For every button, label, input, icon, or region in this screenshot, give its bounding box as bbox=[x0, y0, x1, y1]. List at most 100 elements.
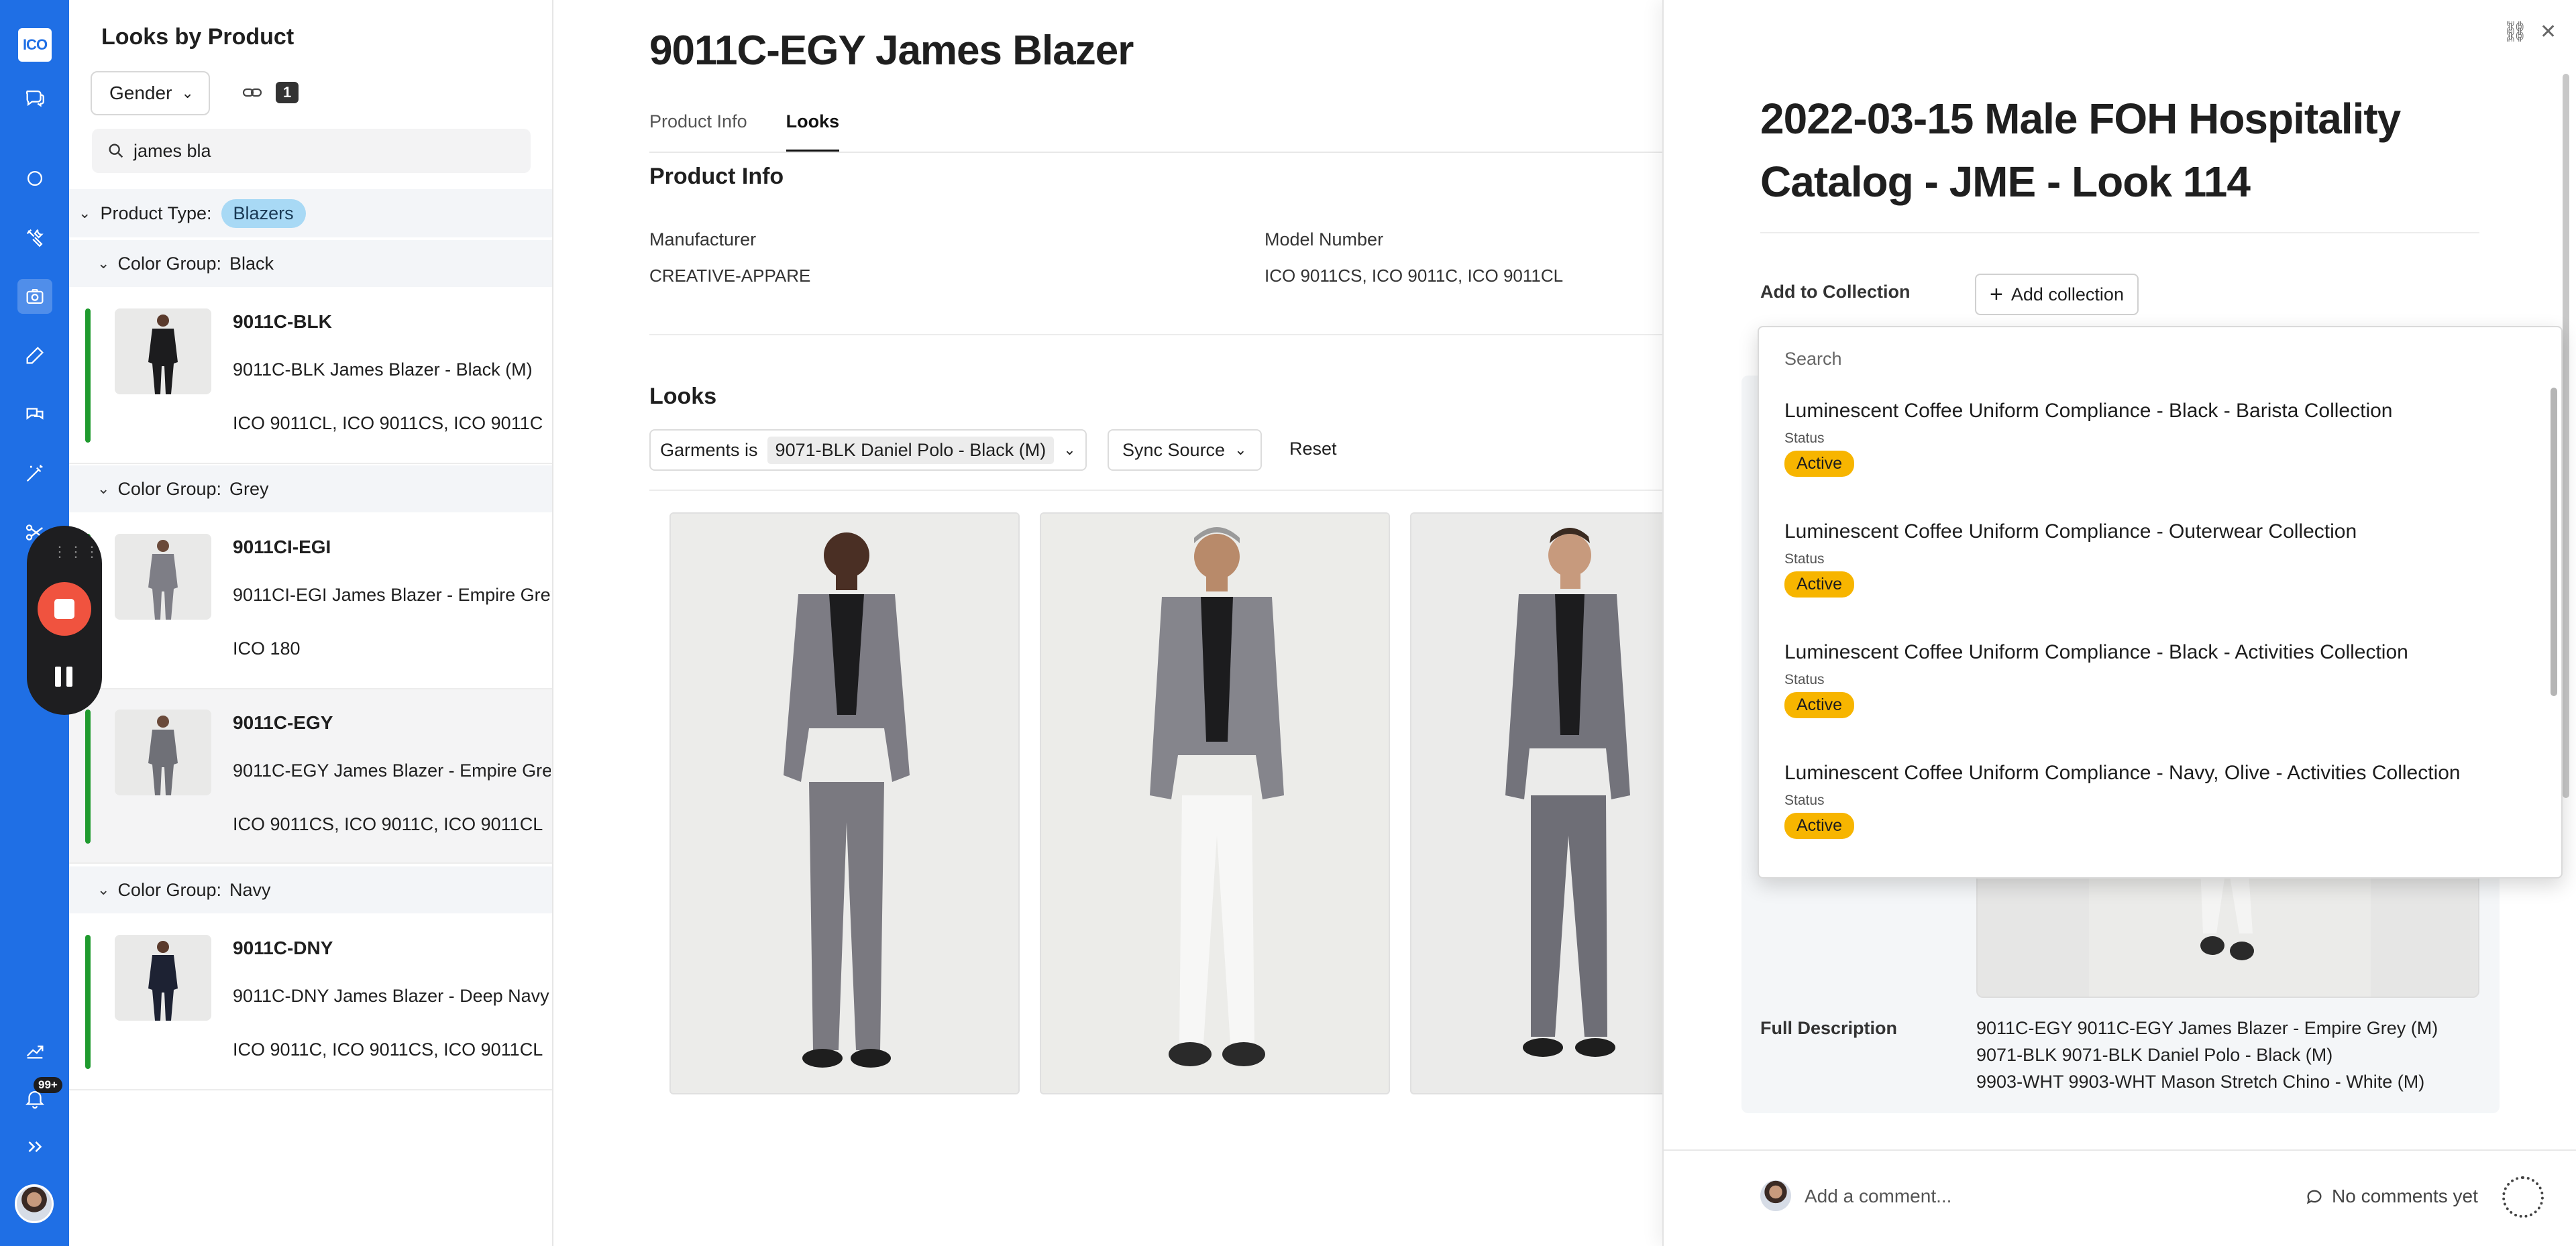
divider bbox=[649, 490, 1664, 491]
comment-bar: Add a comment... No comments yet bbox=[1664, 1149, 2576, 1246]
comments-icon[interactable] bbox=[17, 397, 52, 432]
collection-option[interactable]: Luminescent Coffee Uniform Compliance - … bbox=[1784, 641, 2536, 718]
product-name: 9011C-DNY James Blazer - Deep Navy (M) bbox=[233, 986, 551, 1006]
color-group-value: Navy bbox=[229, 879, 271, 900]
divider bbox=[1760, 232, 2479, 233]
flag-bar bbox=[85, 710, 91, 844]
color-group-grey[interactable]: ⌄ Color Group: Grey bbox=[69, 465, 552, 512]
plus-icon: + bbox=[1990, 282, 2003, 307]
product-code: 9011C-BLK bbox=[233, 311, 332, 332]
gender-filter[interactable]: Gender ⌄ bbox=[91, 71, 210, 115]
add-collection-button[interactable]: + Add collection bbox=[1975, 274, 2139, 315]
list-item[interactable]: 9011CI-EGI 9011CI-EGI James Blazer - Emp… bbox=[69, 514, 552, 689]
look-photo[interactable] bbox=[1410, 512, 1678, 1094]
status-label: Status bbox=[1784, 793, 1825, 808]
flag-bar bbox=[85, 935, 91, 1069]
description-line: 9903-WHT 9903-WHT Mason Stretch Chino - … bbox=[1976, 1072, 2425, 1092]
sync-source-filter[interactable]: Sync Source ⌄ bbox=[1108, 429, 1262, 471]
divider bbox=[649, 152, 1664, 153]
product-thumbnail bbox=[115, 935, 211, 1021]
camera-icon[interactable] bbox=[17, 279, 52, 314]
product-models: ICO 180 bbox=[233, 638, 301, 659]
list-item[interactable]: 9011C-BLK 9011C-BLK James Blazer - Black… bbox=[69, 288, 552, 464]
collection-search-input[interactable]: Search bbox=[1784, 349, 1842, 370]
stop-recording-button[interactable] bbox=[38, 582, 91, 636]
flag-bar bbox=[85, 308, 91, 443]
tab-product-info[interactable]: Product Info bbox=[649, 111, 747, 152]
app-logo[interactable]: ICO bbox=[18, 28, 52, 62]
linked-count: 1 bbox=[276, 82, 299, 103]
collection-option-title: Luminescent Coffee Uniform Compliance - … bbox=[1784, 400, 2393, 422]
search-input[interactable]: james bla bbox=[92, 129, 531, 173]
product-thumbnail bbox=[115, 308, 211, 394]
description-line: 9071-BLK 9071-BLK Daniel Polo - Black (M… bbox=[1976, 1045, 2333, 1065]
collection-option[interactable]: Luminescent Coffee Uniform Compliance - … bbox=[1784, 520, 2536, 598]
link-icon bbox=[242, 88, 262, 97]
status-badge: Active bbox=[1784, 813, 1855, 839]
chevron-down-icon: ⌄ bbox=[97, 480, 110, 497]
look-photo[interactable] bbox=[669, 512, 1020, 1094]
color-group-label: Color Group: bbox=[117, 478, 222, 499]
color-group-navy[interactable]: ⌄ Color Group: Navy bbox=[69, 866, 552, 913]
garments-filter[interactable]: Garments is 9071-BLK Daniel Polo - Black… bbox=[649, 429, 1087, 471]
pencil-icon[interactable] bbox=[17, 338, 52, 373]
status-label: Status bbox=[1784, 551, 1825, 567]
dropdown-scrollbar[interactable] bbox=[2551, 388, 2557, 696]
chat-icon[interactable] bbox=[17, 80, 52, 115]
trend-icon[interactable] bbox=[17, 1033, 52, 1068]
chevron-down-icon: ⌄ bbox=[97, 881, 110, 898]
description-line: 9011C-EGY 9011C-EGY James Blazer - Empir… bbox=[1976, 1018, 2438, 1038]
chevron-down-icon: ⌄ bbox=[78, 205, 91, 221]
collection-option[interactable]: Luminescent Coffee Uniform Compliance - … bbox=[1784, 762, 2536, 839]
product-code: 9011CI-EGI bbox=[233, 536, 331, 557]
status-label: Status bbox=[1784, 431, 1825, 446]
collection-option[interactable]: Luminescent Coffee Uniform Compliance - … bbox=[1784, 400, 2536, 477]
search-value: james bla bbox=[133, 140, 211, 161]
product-type-label: Product Type: bbox=[100, 203, 212, 223]
collection-option-title: Luminescent Coffee Uniform Compliance - … bbox=[1784, 762, 2461, 784]
model-number-label: Model Number bbox=[1265, 229, 1384, 249]
color-group-value: Grey bbox=[229, 478, 269, 499]
tools-icon[interactable] bbox=[17, 220, 52, 255]
full-description-label: Full Description bbox=[1760, 1018, 1898, 1038]
product-name: 9011C-EGY James Blazer - Empire Grey (M) bbox=[233, 760, 551, 781]
product-thumbnail bbox=[115, 534, 211, 620]
stop-icon bbox=[54, 599, 74, 619]
manufacturer-value: CREATIVE-APPARE bbox=[649, 266, 811, 286]
list-item[interactable]: 9011C-DNY 9011C-DNY James Blazer - Deep … bbox=[69, 915, 552, 1090]
product-info-heading: Product Info bbox=[649, 164, 784, 189]
filter-value-tag: 9071-BLK Daniel Polo - Black (M) bbox=[767, 436, 1055, 464]
comment-input[interactable]: Add a comment... bbox=[1805, 1186, 1951, 1207]
look-photo[interactable] bbox=[1040, 512, 1390, 1094]
color-group-label: Color Group: bbox=[117, 253, 222, 274]
chevron-down-icon: ⌄ bbox=[97, 255, 110, 272]
color-group-black[interactable]: ⌄ Color Group: Black bbox=[69, 240, 552, 287]
tab-looks[interactable]: Looks bbox=[786, 111, 840, 152]
circle-icon[interactable] bbox=[17, 161, 52, 196]
product-thumbnail bbox=[115, 710, 211, 795]
product-models: ICO 9011CS, ICO 9011C, ICO 9011CL bbox=[233, 814, 543, 834]
user-avatar[interactable] bbox=[15, 1184, 54, 1223]
list-item-selected[interactable]: 9011C-EGY 9011C-EGY James Blazer - Empir… bbox=[69, 689, 552, 864]
product-name: 9011C-BLK James Blazer - Black (M) bbox=[233, 359, 533, 380]
product-type-pill: Blazers bbox=[221, 199, 306, 228]
product-list-panel: Looks by Product Gender ⌄ 1 james bla ⌄ … bbox=[69, 0, 553, 1246]
model-number-value: ICO 9011CS, ICO 9011C, ICO 9011CL bbox=[1265, 266, 1564, 286]
magic-wand-icon[interactable] bbox=[17, 456, 52, 491]
panel-scrollbar[interactable] bbox=[2563, 74, 2569, 798]
product-code: 9011C-EGY bbox=[233, 712, 333, 733]
expand-icon[interactable] bbox=[17, 1129, 52, 1164]
pause-recording-button[interactable] bbox=[55, 667, 74, 687]
product-detail-main: 9011C-EGY James Blazer Product Info Look… bbox=[553, 0, 1678, 1246]
no-comments-text: No comments yet bbox=[2332, 1186, 2478, 1206]
drag-handle-icon[interactable]: ⋮⋮⋮ bbox=[52, 543, 101, 561]
link-icon[interactable]: ⛓ bbox=[2502, 20, 2528, 44]
close-icon[interactable]: ✕ bbox=[2540, 20, 2557, 44]
add-collection-label: Add collection bbox=[2010, 284, 2124, 304]
divider bbox=[649, 334, 1664, 335]
reset-button[interactable]: Reset bbox=[1289, 439, 1337, 459]
product-type-group[interactable]: ⌄ Product Type: Blazers bbox=[69, 189, 552, 237]
product-code: 9011C-DNY bbox=[233, 938, 333, 958]
linked-filter-chip[interactable]: 1 bbox=[242, 82, 299, 103]
status-badge: Active bbox=[1784, 451, 1855, 477]
